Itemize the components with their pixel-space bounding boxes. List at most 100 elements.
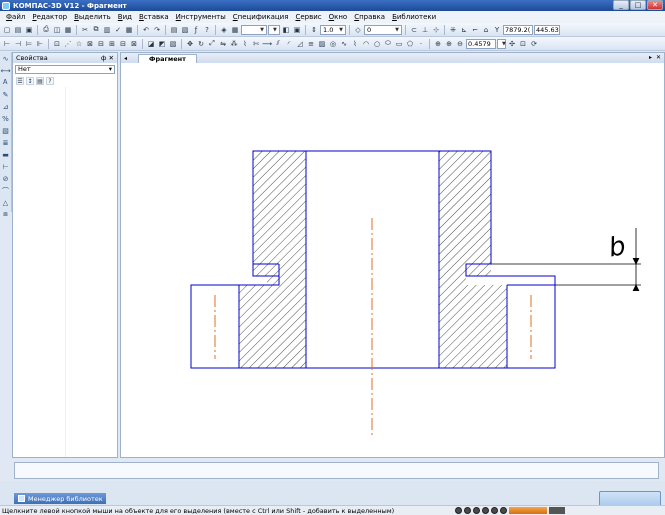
paste-icon[interactable]: ▥ (102, 25, 112, 35)
grid-view-icon[interactable]: ▦ (124, 25, 134, 35)
preview-icon[interactable]: ◫ (52, 25, 62, 35)
status-indicator-icon[interactable] (455, 506, 462, 514)
edit-tool-1-icon[interactable]: ◪ (146, 39, 156, 49)
hatch-icon[interactable]: ▨ (317, 39, 327, 49)
maximize-button[interactable]: □ (630, 0, 646, 10)
grid-icon[interactable]: ⁜ (448, 25, 458, 35)
fillet-icon[interactable]: ◜ (284, 39, 294, 49)
refresh-icon[interactable]: ⟳ (529, 39, 539, 49)
help-pointer-icon[interactable]: ? (202, 25, 212, 35)
rotate-icon[interactable]: ↻ (196, 39, 206, 49)
dim-tool-4-icon[interactable]: ⊩ (35, 39, 45, 49)
print-icon[interactable]: ⎙ (41, 25, 51, 35)
arc-icon[interactable]: ◠ (361, 39, 371, 49)
view-state-icon[interactable]: ◧ (281, 25, 291, 35)
open-icon[interactable]: ▤ (13, 25, 23, 35)
local-cs-icon[interactable]: ⊾ (459, 25, 469, 35)
mirror-icon[interactable]: ⇋ (218, 39, 228, 49)
copy-array-icon[interactable]: ⁂ (229, 39, 239, 49)
coord-y-field[interactable]: 445.63 (534, 24, 560, 35)
move-icon[interactable]: ✥ (185, 39, 195, 49)
status-indicator-icon[interactable] (491, 506, 498, 514)
snap-grid-icon[interactable]: ⊡ (52, 39, 62, 49)
menu-select[interactable]: Выделить (74, 13, 111, 21)
drawing-canvas[interactable]: b (121, 63, 664, 457)
properties-icon[interactable]: ✓ (113, 25, 123, 35)
menu-help[interactable]: Справка (354, 13, 385, 21)
state-settings-icon[interactable]: ▣ (292, 25, 302, 35)
line-scale-icon[interactable]: ⇕ (309, 25, 319, 35)
edit-icon[interactable]: ✎ (0, 89, 11, 100)
equidistant-icon[interactable]: ≡ (306, 39, 316, 49)
zoom-window-icon[interactable]: ⊕ (433, 39, 443, 49)
zoom-out-icon[interactable]: ⊖ (455, 39, 465, 49)
reports-icon[interactable]: ▬ (0, 149, 11, 160)
properties-panel-controls[interactable]: ф ✕ (101, 54, 114, 62)
points-icon[interactable]: ⊢ (0, 161, 11, 172)
tab-fragment[interactable]: Фрагмент (138, 54, 197, 63)
save-icon[interactable]: ▣ (24, 25, 34, 35)
layer-icon[interactable]: ◇ (353, 25, 363, 35)
orthogonal-icon[interactable]: ⊥ (420, 25, 430, 35)
polygon-icon[interactable]: ⬠ (405, 39, 415, 49)
polyline-icon[interactable]: ⌇ (350, 39, 360, 49)
dim-tool-icon[interactable]: ⊢ (2, 39, 12, 49)
layer-select[interactable]: 0 ▼ (364, 24, 402, 35)
dimensions-icon[interactable]: ⟷ (0, 65, 11, 76)
state-combo[interactable]: ▼ (241, 24, 267, 35)
deform-icon[interactable]: ⌇ (240, 39, 250, 49)
menu-view[interactable]: Вид (118, 13, 132, 21)
close-button[interactable]: ✕ (647, 0, 663, 10)
library-manager-tab[interactable]: Менеджер библиотек (14, 493, 106, 504)
measure-icon[interactable]: % (0, 113, 11, 124)
status-indicator-icon[interactable] (464, 506, 471, 514)
tab-list-icon[interactable]: ▸ (649, 54, 652, 61)
undo-icon[interactable]: ↶ (141, 25, 151, 35)
specification-icon[interactable]: ≣ (0, 137, 11, 148)
edit-tool-2-icon[interactable]: ◩ (157, 39, 167, 49)
geometry-icon[interactable]: ∿ (0, 53, 11, 64)
magnet-icon[interactable]: ⊂ (409, 25, 419, 35)
ortho-mode-icon[interactable]: ⌐ (470, 25, 480, 35)
minimize-button[interactable]: _ (613, 0, 629, 10)
menu-specification[interactable]: Спецификация (233, 13, 289, 21)
redo-icon[interactable]: ↷ (152, 25, 162, 35)
fx-variables-icon[interactable]: ƒ (191, 25, 201, 35)
categorized-icon[interactable]: ☰ (16, 77, 24, 85)
designations-icon[interactable]: Ꭺ (0, 77, 11, 88)
select-icon[interactable]: ▧ (0, 125, 11, 136)
manager-icon[interactable]: ▧ (180, 25, 190, 35)
menu-service[interactable]: Сервис (295, 13, 321, 21)
menu-insert[interactable]: Вставка (139, 13, 169, 21)
snap-angle-icon[interactable]: ⊠ (129, 39, 139, 49)
pan-icon[interactable]: ✣ (507, 39, 517, 49)
circle-icon[interactable]: ○ (372, 39, 382, 49)
tab-close-icon[interactable]: ✕ (656, 54, 661, 61)
chamfer-icon[interactable]: ◿ (295, 39, 305, 49)
help-icon[interactable]: ? (46, 77, 54, 85)
dim-tool-2-icon[interactable]: ⊣ (13, 39, 23, 49)
menu-window[interactable]: Окно (329, 13, 348, 21)
sort-icon[interactable]: ↕ (26, 77, 34, 85)
point-icon[interactable]: · (416, 39, 426, 49)
library-icon[interactable]: ▤ (169, 25, 179, 35)
menu-libraries[interactable]: Библиотеки (392, 13, 436, 21)
spline-icon[interactable]: ∿ (339, 39, 349, 49)
dim-tool-3-icon[interactable]: ⊨ (24, 39, 34, 49)
trim-icon[interactable]: ✄ (251, 39, 261, 49)
break-icon[interactable]: ⫽ (273, 39, 283, 49)
hatch-left-section[interactable] (239, 151, 306, 368)
zoom-in-icon[interactable]: ⊕ (444, 39, 454, 49)
snap-center-icon[interactable]: ⊠ (85, 39, 95, 49)
snap-point-icon[interactable]: ⋰ (63, 39, 73, 49)
ellipse-icon[interactable]: ⬭ (383, 39, 393, 49)
properties-object-select[interactable]: Нет ▾ (15, 65, 115, 74)
menu-tools[interactable]: Инструменты (176, 13, 226, 21)
line-scale-select[interactable]: 1.0 ▼ (320, 24, 346, 35)
state-combo-2[interactable]: ▼ (268, 24, 280, 35)
snap-normal-icon[interactable]: ⊞ (107, 39, 117, 49)
cut-icon[interactable]: ✂ (80, 25, 90, 35)
page-setup-icon[interactable]: ▦ (63, 25, 73, 35)
current-state-icon[interactable]: ◈ (219, 25, 229, 35)
rectangle-icon[interactable]: ▭ (394, 39, 404, 49)
